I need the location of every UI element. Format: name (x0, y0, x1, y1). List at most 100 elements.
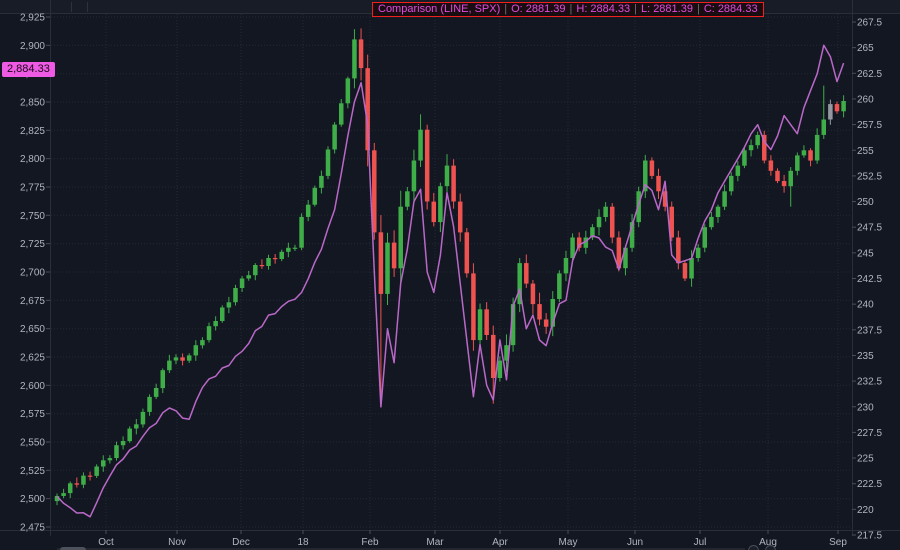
time-axis[interactable]: OctNovDec18FebMarAprMayJunJulAugSep (98, 530, 847, 548)
candle-body (88, 476, 93, 477)
right-axis-label: 250 (857, 197, 874, 208)
legend-separator: | (503, 3, 508, 16)
zoom-in-icon[interactable] (765, 545, 776, 550)
candle-body (570, 238, 575, 259)
candle-body (841, 101, 846, 111)
left-axis-label: 2,725 (20, 239, 45, 250)
price-axis-left[interactable]: 2,4752,5002,5252,5502,5752,6002,6252,650… (20, 13, 50, 534)
grid (51, 14, 851, 530)
candle-body (788, 171, 793, 186)
candle-body (233, 288, 238, 302)
candle-body (755, 135, 760, 145)
candle-body (240, 279, 245, 289)
candle-body (213, 321, 218, 326)
right-axis-label: 260 (857, 95, 874, 106)
candle-body (722, 191, 727, 206)
candle-body (260, 265, 265, 266)
ohlc-legend[interactable]: Comparison (LINE, SPX) | O: 2881.39 | H:… (372, 2, 764, 17)
candle-body (749, 145, 754, 150)
candle-body (273, 258, 278, 259)
candle-body (61, 493, 66, 496)
left-axis-label: 2,650 (20, 324, 45, 335)
candle-body (709, 217, 714, 227)
candle-body (531, 284, 536, 305)
candle-body (802, 150, 807, 155)
candle-body (782, 181, 787, 186)
right-axis-label: 242.5 (857, 274, 882, 285)
chart-controls[interactable] (748, 545, 776, 550)
legend-open-label: O: (511, 3, 523, 16)
candle-body (167, 361, 172, 371)
candle-body (650, 161, 655, 176)
candle-body (220, 308, 225, 322)
candle-body (445, 166, 450, 187)
month-label: Nov (168, 537, 186, 548)
left-axis-label: 2,475 (20, 523, 45, 534)
candle-body (385, 243, 390, 294)
candle-body (610, 207, 615, 238)
right-axis-label: 247.5 (857, 223, 882, 234)
candle-body (326, 150, 331, 176)
candle-body (81, 476, 86, 485)
left-axis-label: 2,575 (20, 409, 45, 420)
candle-body (200, 340, 205, 345)
candle-body (293, 248, 298, 249)
candle-body (154, 388, 159, 397)
month-label: Sep (829, 537, 847, 548)
right-axis-label: 225 (857, 454, 874, 465)
candle-body (418, 130, 423, 161)
left-axis-label: 2,925 (20, 13, 45, 24)
candle-body (246, 275, 251, 278)
zoom-out-icon[interactable] (748, 545, 759, 550)
candle-body (339, 103, 344, 124)
left-axis-label: 2,675 (20, 296, 45, 307)
candle-body (194, 345, 199, 355)
candle-body (597, 217, 602, 227)
right-axis-label: 252.5 (857, 171, 882, 182)
candle-body (286, 248, 291, 252)
candle-body (564, 258, 569, 273)
candle-body (524, 263, 529, 284)
right-axis-label: 230 (857, 402, 874, 413)
left-axis-label: 2,500 (20, 494, 45, 505)
candlestick-series (55, 28, 846, 505)
candle-body (656, 176, 661, 191)
candle-body (187, 355, 192, 360)
candle-body (775, 171, 780, 181)
chart-canvas[interactable]: 2,4752,5002,5252,5502,5752,6002,6252,650… (0, 0, 900, 550)
candle-body (174, 357, 179, 360)
month-label: Jul (694, 537, 707, 548)
candle-body (108, 458, 113, 460)
candle-body (432, 202, 437, 223)
candle-body (405, 191, 410, 206)
candle-body (465, 232, 470, 273)
candle-body (835, 104, 840, 111)
candle-body (716, 207, 721, 217)
candle-body (808, 150, 813, 160)
candle-body (696, 248, 701, 258)
month-label: Mar (426, 537, 444, 548)
right-axis-label: 265 (857, 43, 874, 54)
candle-body (227, 302, 232, 307)
candle-body (544, 320, 549, 327)
left-axis-label: 2,600 (20, 381, 45, 392)
right-axis-label: 240 (857, 300, 874, 311)
candle-body (537, 304, 542, 319)
legend-open-value: 2881.39 (526, 3, 566, 16)
month-label: Jun (627, 537, 643, 548)
candle-body (319, 176, 324, 188)
candle-body (412, 161, 417, 192)
candle-body (557, 273, 562, 299)
legend-high-label: H: (576, 3, 587, 16)
candle-body (676, 238, 681, 264)
month-label: Oct (98, 537, 114, 548)
candle-body (68, 483, 73, 493)
candle-body (498, 361, 503, 378)
candle-body (346, 78, 351, 103)
candle-body (332, 125, 337, 150)
candle-body (121, 441, 126, 445)
candle-body (306, 205, 311, 217)
price-axis-right[interactable]: 267.5265262.5260257.5255252.5250247.5245… (852, 18, 882, 542)
legend-close-value: 2884.33 (718, 3, 758, 16)
candle-body (451, 166, 456, 202)
